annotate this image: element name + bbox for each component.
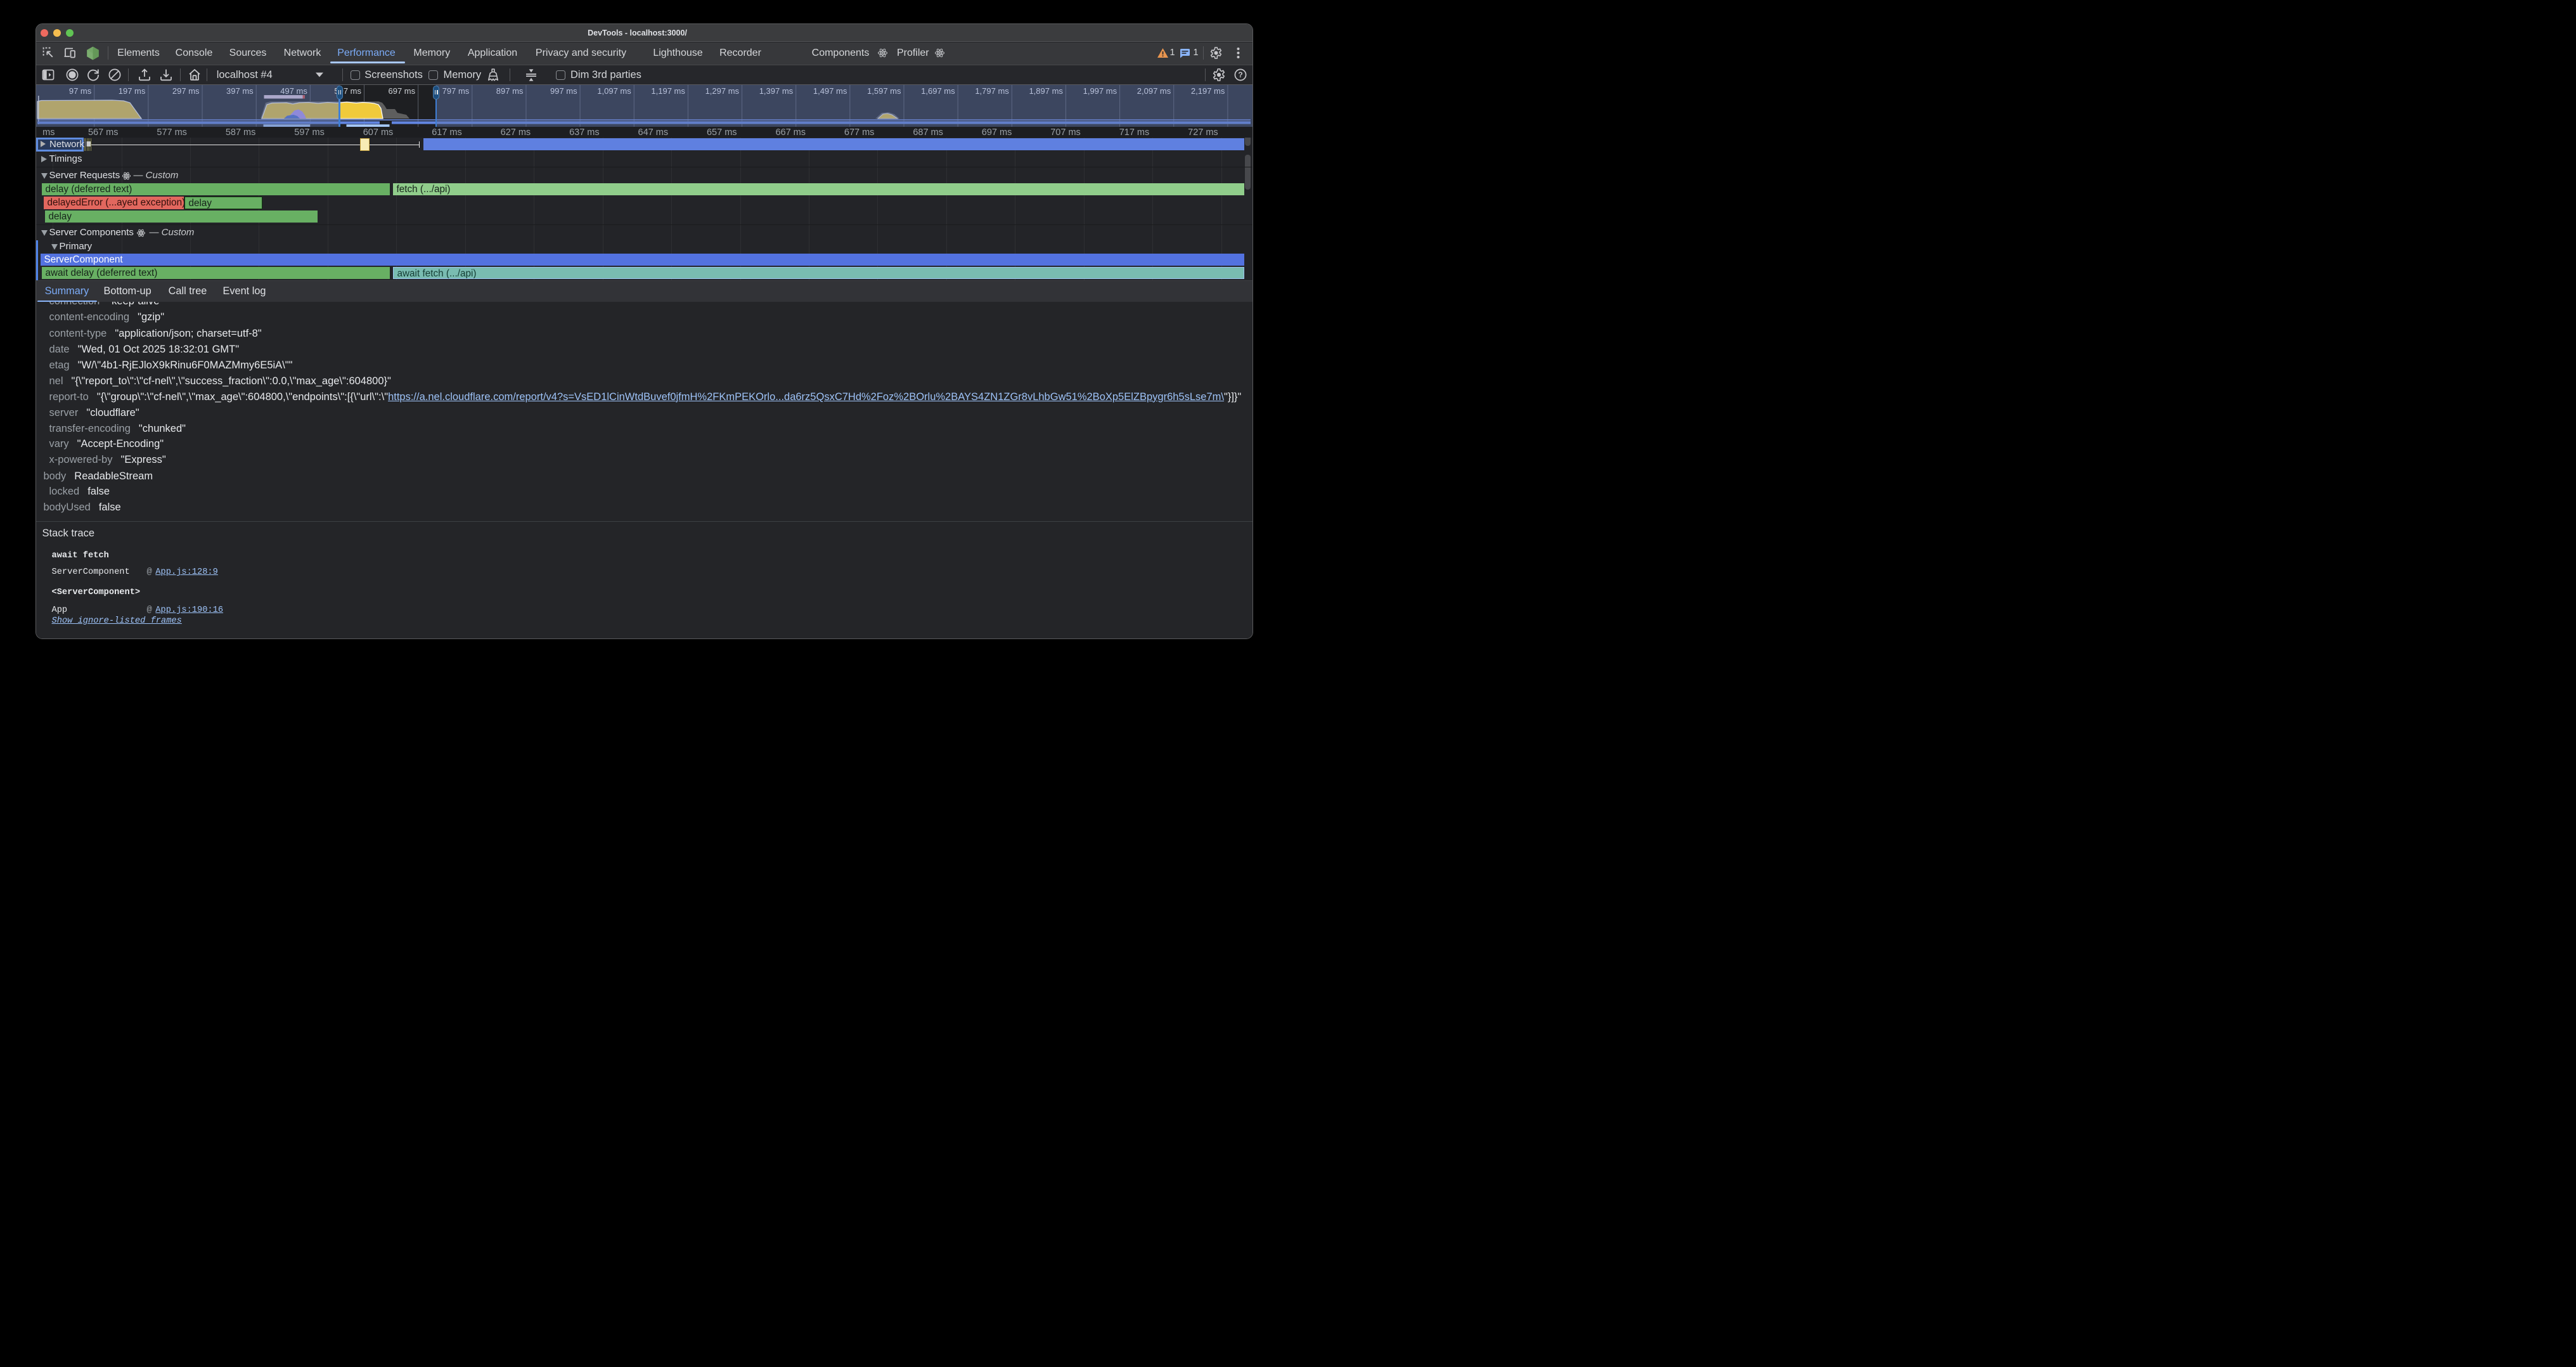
svg-text:?: ? — [1238, 70, 1242, 79]
